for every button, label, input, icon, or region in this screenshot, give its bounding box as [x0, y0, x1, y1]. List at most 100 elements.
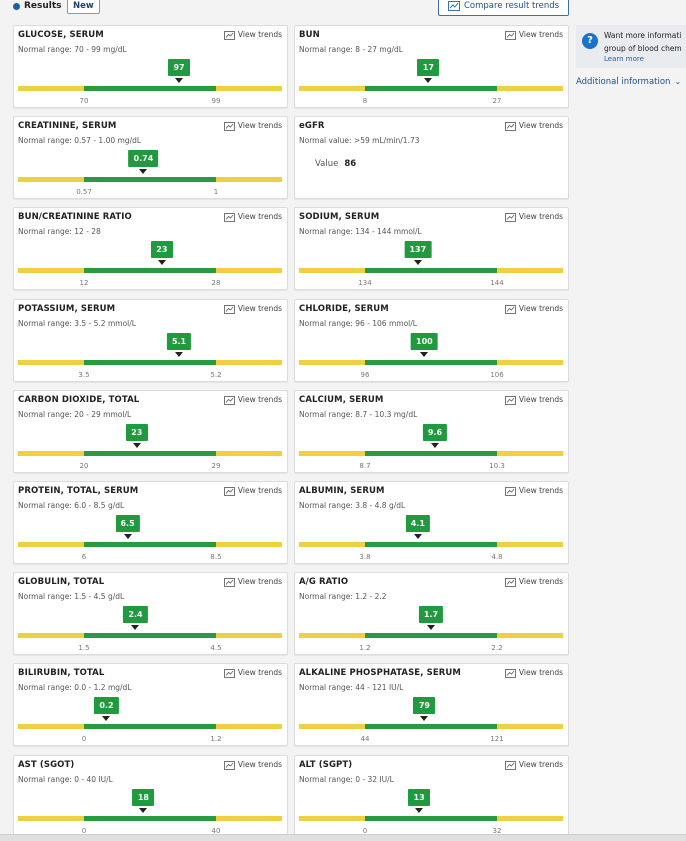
- trend-chart-icon: [504, 122, 516, 131]
- results-header: Results New Compare result trends: [0, 0, 686, 20]
- trend-chart-icon: [504, 761, 516, 770]
- view-trends-link[interactable]: View trends: [504, 30, 563, 40]
- view-trends-link[interactable]: View trends: [504, 395, 563, 405]
- compare-button-label: Compare result trends: [464, 1, 560, 11]
- view-trends-link[interactable]: View trends: [223, 30, 282, 40]
- learn-more-link[interactable]: Learn more: [604, 55, 644, 63]
- trend-chart-icon: [223, 122, 235, 131]
- test-name: AST (SGOT): [18, 760, 75, 770]
- result-card-carbon-dioxide-total: CARBON DIOXIDE, TOTAL Normal range: 20 - …: [13, 390, 288, 473]
- normal-range: Normal range: 3.5 - 5.2 mmol/L: [18, 319, 136, 328]
- result-card-alkaline-phosphatase-serum: ALKALINE PHOSPHATASE, SERUM Normal range:…: [294, 663, 569, 746]
- normal-range: Normal range: 20 - 29 mmol/L: [18, 410, 132, 419]
- range-bar: [299, 633, 563, 638]
- result-card-globulin-total: GLOBULIN, TOTAL Normal range: 1.5 - 4.5 g…: [13, 572, 288, 655]
- test-name: BUN/CREATININE RATIO: [18, 212, 132, 222]
- normal-range-segment: [84, 724, 216, 729]
- result-value-badge: 9.6: [422, 424, 448, 441]
- normal-range: Normal range: 70 - 99 mg/dL: [18, 45, 127, 54]
- range-bar: [18, 360, 282, 365]
- normal-range: Normal range: 12 - 28: [18, 227, 101, 236]
- range-bar: [299, 542, 563, 547]
- view-trends-label: View trends: [518, 668, 563, 677]
- range-low-label: 6: [81, 553, 87, 561]
- view-trends-link[interactable]: View trends: [223, 486, 282, 496]
- view-trends-link[interactable]: View trends: [223, 121, 282, 131]
- normal-range-segment: [84, 360, 216, 365]
- range-low-label: 70: [79, 97, 89, 105]
- trend-chart-icon: [223, 761, 235, 770]
- result-value-badge: 137: [404, 241, 432, 258]
- additional-information-toggle[interactable]: Additional information ⌄: [576, 77, 681, 87]
- view-trends-link[interactable]: View trends: [223, 304, 282, 314]
- normal-range: Normal range: 1.2 - 2.2: [299, 592, 387, 601]
- normal-range-segment: [365, 724, 497, 729]
- range-high-label: 2.2: [491, 644, 503, 652]
- result-card-alt-sgpt: ALT (SGPT) Normal range: 0 - 32 IU/L View…: [294, 755, 569, 838]
- view-trends-link[interactable]: View trends: [504, 577, 563, 587]
- normal-range: Normal range: 6.0 - 8.5 g/dL: [18, 501, 125, 510]
- result-card-egfr: eGFR Normal value: >59 mL/min/1.73 View t…: [294, 116, 569, 199]
- range-bar: [18, 86, 282, 91]
- view-trends-link[interactable]: View trends: [504, 486, 563, 496]
- view-trends-link[interactable]: View trends: [504, 668, 563, 678]
- result-card-potassium-serum: POTASSIUM, SERUM Normal range: 3.5 - 5.2 …: [13, 299, 288, 382]
- normal-range-segment: [365, 451, 497, 456]
- range-bar: [299, 268, 563, 273]
- trend-chart-icon: [504, 487, 516, 496]
- normal-range-segment: [84, 177, 216, 182]
- trend-chart-icon: [504, 396, 516, 405]
- range-bar: [299, 816, 563, 821]
- view-trends-label: View trends: [518, 486, 563, 495]
- view-trends-link[interactable]: View trends: [504, 304, 563, 314]
- view-trends-label: View trends: [237, 30, 282, 39]
- range-high-label: 106: [490, 371, 504, 379]
- normal-range-segment: [84, 451, 216, 456]
- compare-result-trends-button[interactable]: Compare result trends: [438, 0, 569, 16]
- value-pointer-icon: [413, 260, 422, 265]
- normal-range-segment: [365, 360, 497, 365]
- view-trends-label: View trends: [237, 577, 282, 586]
- range-bar: [18, 633, 282, 638]
- value-label: Value: [315, 159, 339, 169]
- view-trends-label: View trends: [518, 212, 563, 221]
- range-bar: [299, 451, 563, 456]
- value-pointer-icon: [415, 808, 424, 813]
- test-name: BILIRUBIN, TOTAL: [18, 668, 105, 678]
- test-name: CARBON DIOXIDE, TOTAL: [18, 395, 140, 405]
- range-low-label: 0.57: [76, 188, 92, 196]
- normal-range: Normal range: 0.0 - 1.2 mg/dL: [18, 683, 132, 692]
- test-name: ALKALINE PHOSPHATASE, SERUM: [299, 668, 461, 678]
- result-value-badge: 4.1: [405, 515, 430, 532]
- view-trends-link[interactable]: View trends: [504, 121, 563, 131]
- view-trends-link[interactable]: View trends: [223, 668, 282, 678]
- range-low-label: 3.5: [78, 371, 90, 379]
- test-name: ALT (SGPT): [299, 760, 353, 770]
- result-card-creatinine-serum: CREATININE, SERUM Normal range: 0.57 - 1.…: [13, 116, 288, 199]
- range-bar: [18, 816, 282, 821]
- range-bar: [299, 360, 563, 365]
- normal-range-segment: [84, 86, 216, 91]
- view-trends-label: View trends: [518, 30, 563, 39]
- trend-chart-icon: [223, 31, 235, 40]
- range-high-label: 144: [490, 279, 504, 287]
- view-trends-link[interactable]: View trends: [223, 212, 282, 222]
- value-pointer-icon: [413, 534, 422, 539]
- view-trends-link[interactable]: View trends: [223, 760, 282, 770]
- range-bar: [299, 86, 563, 91]
- range-low-label: 44: [360, 735, 370, 743]
- view-trends-link[interactable]: View trends: [223, 395, 282, 405]
- view-trends-link[interactable]: View trends: [504, 760, 563, 770]
- horizontal-scrollbar[interactable]: [0, 834, 686, 841]
- view-trends-link[interactable]: View trends: [223, 577, 282, 587]
- normal-range-segment: [365, 542, 497, 547]
- result-value-badge: 5.1: [166, 333, 192, 350]
- range-low-label: 3.8: [359, 553, 371, 561]
- normal-range-segment: [84, 816, 216, 821]
- value-pointer-icon: [157, 260, 166, 265]
- normal-range-segment: [84, 542, 216, 547]
- trend-chart-icon: [223, 669, 235, 678]
- test-name: SODIUM, SERUM: [299, 212, 380, 222]
- view-trends-link[interactable]: View trends: [504, 212, 563, 222]
- normal-range: Normal range: 0 - 32 IU/L: [299, 775, 394, 784]
